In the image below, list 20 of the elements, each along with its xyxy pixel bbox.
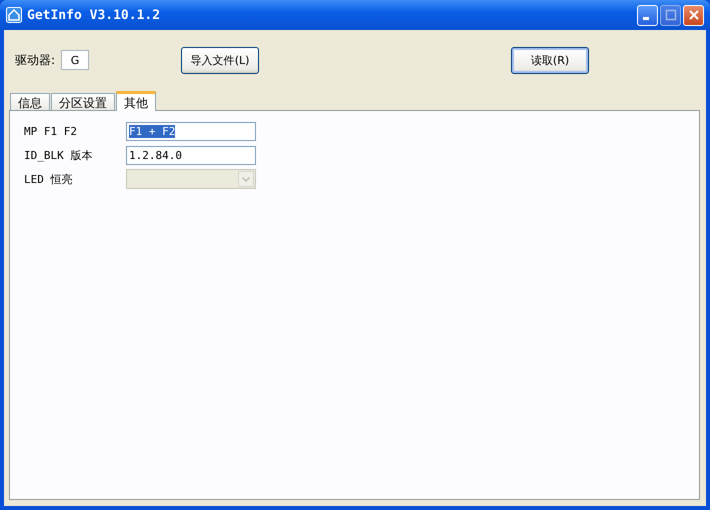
close-icon (688, 9, 700, 21)
minimize-button[interactable] (637, 4, 658, 26)
read-button[interactable]: 读取(R) (511, 46, 590, 74)
tab[interactable]: 信息 (10, 93, 50, 110)
field-label: MP F1 F2 (24, 124, 78, 138)
import-file-button[interactable]: 导入文件(L) (181, 46, 260, 74)
drive-field[interactable]: G (61, 50, 90, 70)
close-button[interactable] (683, 4, 704, 26)
maximize-icon (664, 9, 676, 21)
minimize-icon (643, 16, 649, 20)
drive-label: 驱动器: (15, 52, 56, 68)
maximize-button[interactable] (660, 4, 681, 26)
app-icon (6, 7, 22, 23)
tab[interactable]: 其他 (116, 91, 156, 111)
field-label: ID_BLK 版本 (24, 148, 94, 162)
text-field[interactable]: F1 + F2 (126, 122, 256, 140)
tab[interactable]: 分区设置 (51, 93, 115, 110)
field-label: LED 恒亮 (24, 172, 74, 186)
window-title: GetInfo V3.10.1.2 (27, 8, 162, 22)
text-field[interactable]: 1.2.84.0 (126, 146, 256, 164)
